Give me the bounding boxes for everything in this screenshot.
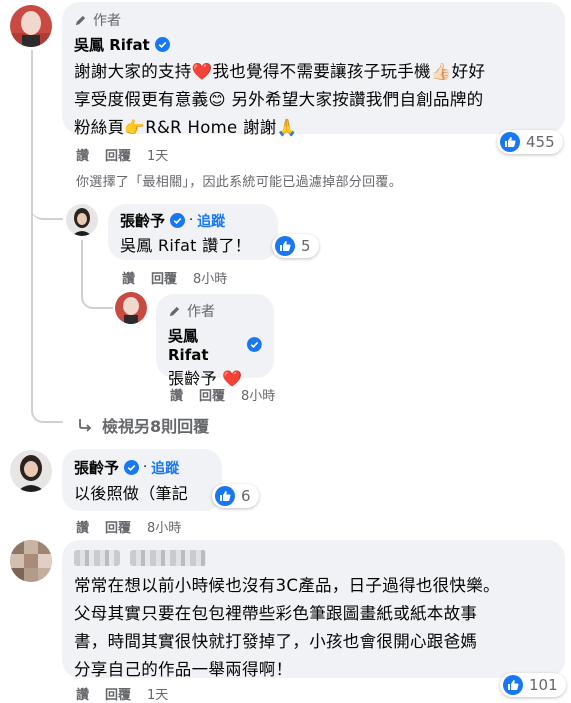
comment-line: 常常在想以前小時候也沒有3C產品，日子過得也很快樂。 [74, 576, 500, 595]
reaction-number: 5 [301, 237, 311, 255]
reaction-count[interactable]: 455 [497, 130, 563, 154]
reaction-count[interactable]: 6 [212, 484, 259, 508]
comment-line: 書，時間其實很快就打發￼掉了，小孩也會很開心跟爸媽 [74, 632, 478, 651]
replier-row: 吳鳳 Rifat [168, 325, 262, 364]
reply-body: 吳鳳 Rifat 讚了！ [120, 236, 252, 255]
timestamp[interactable]: 1天 [147, 684, 168, 703]
comment-body: 謝謝大家的支持❤️我也覺得不需要讓孩子玩手機👍🏻好好 享受度假更有意義😊 另外希… [74, 58, 553, 142]
reply-button[interactable]: 回覆 [105, 517, 131, 536]
separator: · [143, 460, 148, 475]
thread-connector [31, 190, 63, 220]
timestamp[interactable]: 8小時 [193, 268, 227, 287]
like-icon [500, 132, 520, 152]
pen-icon [169, 306, 180, 316]
author-label: 作者 [93, 13, 121, 29]
like-button[interactable]: 讚 [122, 268, 135, 287]
like-icon [215, 486, 235, 506]
avatar-zhang[interactable] [66, 204, 98, 236]
view-more-replies-button[interactable]: 檢視另8則回覆 [76, 413, 209, 437]
reaction-number: 6 [241, 487, 251, 505]
comment-actions: 讚 回覆 1天 [76, 145, 184, 164]
avatar-blurred[interactable] [10, 540, 52, 582]
reply-button[interactable]: 回覆 [151, 268, 177, 287]
comment-actions: 讚 回覆 1天 [76, 684, 184, 703]
replier-name[interactable]: 吳鳳 Rifat [168, 325, 242, 364]
author-tag: 作者 [168, 301, 262, 321]
reply-bubble: 作者 吳鳳 Rifat 張齡予 ❤️ [156, 294, 274, 388]
comment-actions: 讚 回覆 8小時 [76, 517, 197, 536]
follow-button[interactable]: 追蹤 [197, 211, 225, 231]
avatar-rifat[interactable] [10, 5, 52, 47]
like-button[interactable]: 讚 [76, 145, 89, 164]
reply-bubble: 張齡予 · 追蹤 吳鳳 Rifat 讚了！ [108, 204, 278, 260]
commenter-name[interactable]: 張齡予 [74, 457, 119, 478]
commenter-name[interactable]: 吳鳳 Rifat [74, 34, 150, 55]
reply-arrow-icon [79, 419, 92, 432]
thread-connector [81, 285, 113, 309]
separator: · [189, 213, 194, 228]
like-button[interactable]: 讚 [76, 517, 89, 536]
like-icon [503, 675, 523, 695]
thread-connector [31, 395, 63, 423]
avatar-rifat[interactable] [115, 292, 147, 324]
verified-badge-icon [247, 337, 262, 352]
avatar-zhang[interactable] [10, 450, 52, 492]
reaction-count[interactable]: 5 [272, 234, 319, 258]
verified-badge-icon [154, 37, 170, 52]
replier-row: 張齡予 · 追蹤 [120, 210, 266, 231]
reply-actions: 讚 回覆 8小時 [170, 385, 291, 404]
reaction-count[interactable]: 101 [500, 673, 566, 697]
comment-bubble: 常常在想以前小時候也沒有3C產品，日子過得也很快樂。 父母其實只要在包包裡帶些彩… [62, 540, 565, 679]
timestamp[interactable]: 8小時 [147, 517, 181, 536]
comment-body: 常常在想以前小時候也沒有3C產品，日子過得也很快樂。 父母其實只要在包包裡帶些彩… [74, 572, 553, 684]
replier-name[interactable]: 張齡予 [120, 210, 165, 231]
reaction-number: 101 [529, 676, 558, 694]
view-more-label: 檢視另8則回覆 [102, 417, 210, 436]
reply-actions: 讚 回覆 8小時 [122, 268, 243, 287]
comment-body: 以後照做（筆記 [74, 484, 189, 503]
commenter-row: 吳鳳 Rifat [74, 34, 553, 55]
blurred-name [74, 550, 120, 566]
timestamp[interactable]: 8小時 [241, 385, 275, 404]
timestamp[interactable]: 1天 [147, 145, 168, 164]
comment-bubble: 作者 吳鳳 Rifat 謝謝大家的支持❤️我也覺得不需要讓孩子玩手機👍🏻好好 享… [62, 2, 565, 137]
like-button[interactable]: 讚 [170, 385, 183, 404]
comment-line: 謝謝大家的支持❤️我也覺得不需要讓孩子玩手機👍🏻好好 [74, 62, 486, 81]
author-tag: 作者 [74, 10, 553, 30]
comment-line: 粉絲頁👉R&R Home 謝謝🙏 [74, 118, 298, 137]
reaction-number: 455 [526, 133, 555, 151]
follow-button[interactable]: 追蹤 [151, 458, 179, 478]
blurred-name [130, 550, 206, 566]
commenter-row: 張齡予 · 追蹤 [74, 457, 210, 478]
reply-button[interactable]: 回覆 [105, 684, 131, 703]
pen-icon [75, 15, 86, 25]
like-button[interactable]: 讚 [76, 684, 89, 703]
comment-bubble: 張齡予 · 追蹤 以後照做（筆記 [62, 449, 222, 511]
commenter-row [74, 548, 553, 568]
comment-line: 分享自己的作品一舉兩得啊！ [74, 660, 293, 679]
comment-line: 享受度假更有意義😊 另外希望大家按讚我們自創品牌的 [74, 90, 484, 109]
filter-notice: 你選擇了「最相關」，因此系統可能已過濾掉部分回覆。 [76, 175, 403, 190]
comment-line: 父母其實只要在包包裡帶些彩色筆跟圖畫紙或紙本故事 [74, 604, 478, 623]
author-label: 作者 [187, 304, 215, 320]
reply-button[interactable]: 回覆 [105, 145, 131, 164]
like-icon [275, 236, 295, 256]
verified-badge-icon [124, 460, 140, 475]
verified-badge-icon [170, 213, 186, 228]
thread-line [31, 50, 33, 412]
reply-button[interactable]: 回覆 [199, 385, 225, 404]
